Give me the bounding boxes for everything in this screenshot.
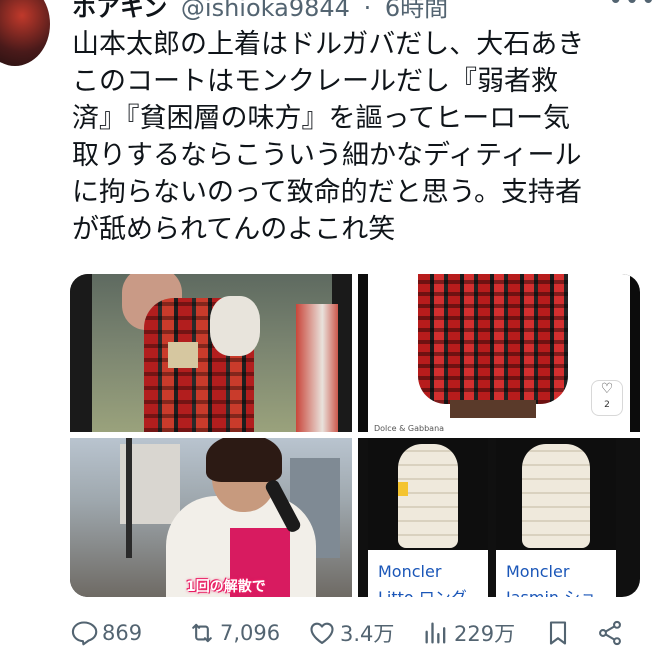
product-name[interactable]: Jasmin ショ xyxy=(506,584,596,597)
product-card[interactable]: Moncler Jasmin ショ xyxy=(496,438,616,597)
product-name[interactable]: Litto ロング xyxy=(378,584,467,597)
store-name: Dolce & Gabbana xyxy=(374,424,445,432)
display-name[interactable]: ホアキン xyxy=(72,0,167,22)
media-photo-rally[interactable] xyxy=(70,274,352,432)
separator-dot: · xyxy=(363,0,372,22)
tweet-header: ホアキン @ishioka9844 · 6時間 xyxy=(72,0,448,23)
puffer-coat-image xyxy=(522,444,590,548)
puffer-coat-image xyxy=(398,444,458,548)
reply-count: 869 xyxy=(102,621,143,645)
retweet-count: 7,096 xyxy=(220,621,281,645)
tweet-time[interactable]: 6時間 xyxy=(385,0,448,22)
product-card[interactable]: Moncler Litto ロング xyxy=(368,438,488,597)
product-brand[interactable]: Moncler xyxy=(378,562,441,581)
views-button[interactable]: 229万 xyxy=(422,613,515,653)
video-caption: 1回の解散で xyxy=(186,579,266,595)
user-handle[interactable]: @ishioka9844 xyxy=(181,0,350,22)
bookmark-button[interactable] xyxy=(544,613,576,653)
more-options-icon[interactable]: ••• xyxy=(608,0,657,16)
action-bar: 869 7,096 3.4万 229万 xyxy=(70,613,640,653)
retweet-icon xyxy=(192,623,212,643)
product-brand[interactable]: Moncler xyxy=(506,562,569,581)
views-icon xyxy=(425,622,446,644)
like-count: 3.4万 xyxy=(340,622,395,646)
plaid-jacket-image xyxy=(418,274,568,404)
favorite-button[interactable]: ♡ 2 xyxy=(591,380,623,416)
media-photo-speaker[interactable]: 1回の解散で xyxy=(70,438,352,597)
bookmark-icon xyxy=(549,621,567,645)
like-button[interactable]: 3.4万 xyxy=(308,613,394,653)
reply-button[interactable]: 869 xyxy=(70,613,142,653)
tweet-text: 山本太郎の上着はドルガバだし、大石あき このコートはモンクレールだし『弱者救 済… xyxy=(72,29,585,245)
media-grid: ♡ 2 Dolce & Gabbana 1回の解散で Moncler Litto… xyxy=(70,274,640,597)
reply-icon xyxy=(71,621,98,646)
media-photo-moncler[interactable]: Moncler Litto ロング Moncler Jasmin ショ xyxy=(358,438,640,597)
heart-icon: ♡ xyxy=(600,381,614,397)
share-icon xyxy=(599,620,621,646)
favorite-count: 2 xyxy=(604,400,610,410)
avatar[interactable] xyxy=(0,0,50,66)
views-count: 229万 xyxy=(454,622,516,646)
retweet-button[interactable]: 7,096 xyxy=(188,613,280,653)
share-button[interactable] xyxy=(596,613,628,653)
media-photo-plaid-jacket[interactable]: ♡ 2 Dolce & Gabbana xyxy=(358,274,640,432)
heart-icon xyxy=(310,622,334,644)
